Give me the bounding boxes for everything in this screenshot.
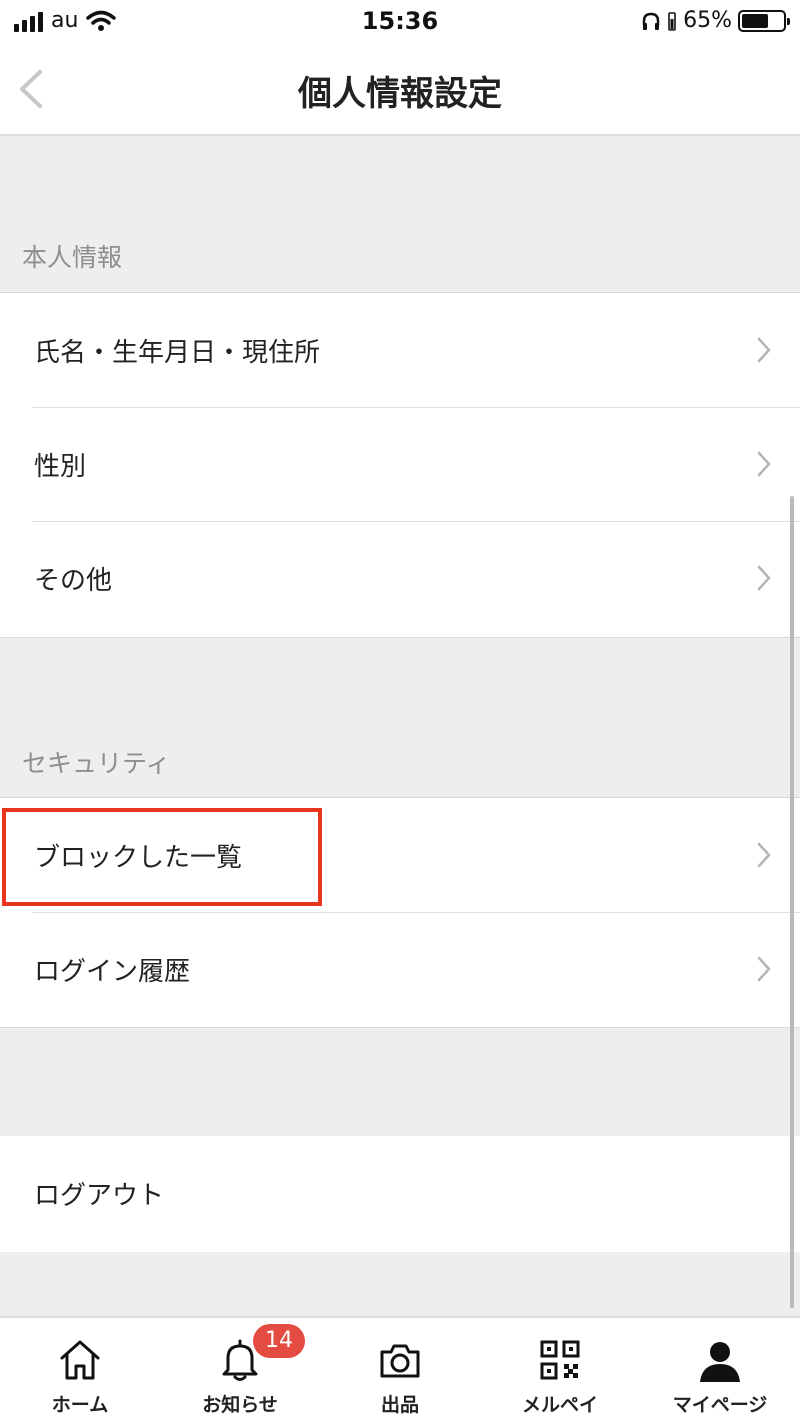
- qr-code-icon: [540, 1340, 580, 1380]
- chevron-right-icon: [757, 565, 771, 591]
- tab-bar: ホーム お知らせ 14 出品 メルペイ マイページ: [0, 1316, 800, 1422]
- battery-icon: [738, 9, 790, 32]
- list-item-gender[interactable]: 性別: [0, 407, 800, 521]
- list-item-label: 性別: [34, 451, 87, 482]
- tab-notifications[interactable]: お知らせ 14: [160, 1318, 320, 1422]
- tab-merpay[interactable]: メルペイ: [480, 1318, 640, 1422]
- navigation-bar: 個人情報設定: [0, 44, 800, 136]
- tab-label: メルペイ: [521, 1394, 598, 1416]
- scrollbar[interactable]: [790, 496, 794, 1308]
- personal-info-group: 氏名・生年月日・現住所 性別 その他: [0, 292, 800, 638]
- list-item-label: 氏名・生年月日・現住所: [34, 337, 321, 368]
- battery-percent: 65%: [683, 8, 732, 33]
- notification-badge: 14: [253, 1324, 305, 1358]
- chevron-right-icon: [757, 337, 771, 363]
- logout-label: ログアウト: [34, 1180, 165, 1211]
- logout-button[interactable]: ログアウト: [0, 1136, 800, 1250]
- section-header-personal: 本人情報: [22, 243, 123, 272]
- logout-group: ログアウト: [0, 1136, 800, 1252]
- highlight-box: [2, 808, 322, 906]
- user-icon: [700, 1342, 740, 1382]
- page-title: 個人情報設定: [298, 74, 502, 114]
- list-item-name-birthdate-address[interactable]: 氏名・生年月日・現住所: [0, 293, 800, 407]
- list-item-label: その他: [34, 565, 113, 596]
- tab-mypage[interactable]: マイページ: [640, 1318, 800, 1422]
- list-item-other[interactable]: その他: [0, 521, 800, 635]
- headphones-icon: [642, 12, 660, 30]
- chevron-right-icon: [757, 842, 771, 868]
- home-icon: [60, 1340, 100, 1380]
- section-header-security: セキュリティ: [22, 749, 171, 778]
- list-item-login-history[interactable]: ログイン履歴: [0, 912, 800, 1026]
- camera-icon: [380, 1344, 420, 1378]
- tab-label: マイページ: [672, 1394, 768, 1416]
- tab-label: お知らせ: [202, 1394, 278, 1416]
- list-item-label: ログイン履歴: [34, 956, 191, 987]
- chevron-right-icon: [757, 956, 771, 982]
- chevron-right-icon: [757, 451, 771, 477]
- tab-label: ホーム: [51, 1394, 109, 1416]
- status-bar: au 15:36 65%: [0, 0, 800, 44]
- tab-label: 出品: [380, 1394, 419, 1416]
- tab-home[interactable]: ホーム: [0, 1318, 160, 1422]
- tab-sell[interactable]: 出品: [320, 1318, 480, 1422]
- battery-small-icon: [668, 11, 676, 31]
